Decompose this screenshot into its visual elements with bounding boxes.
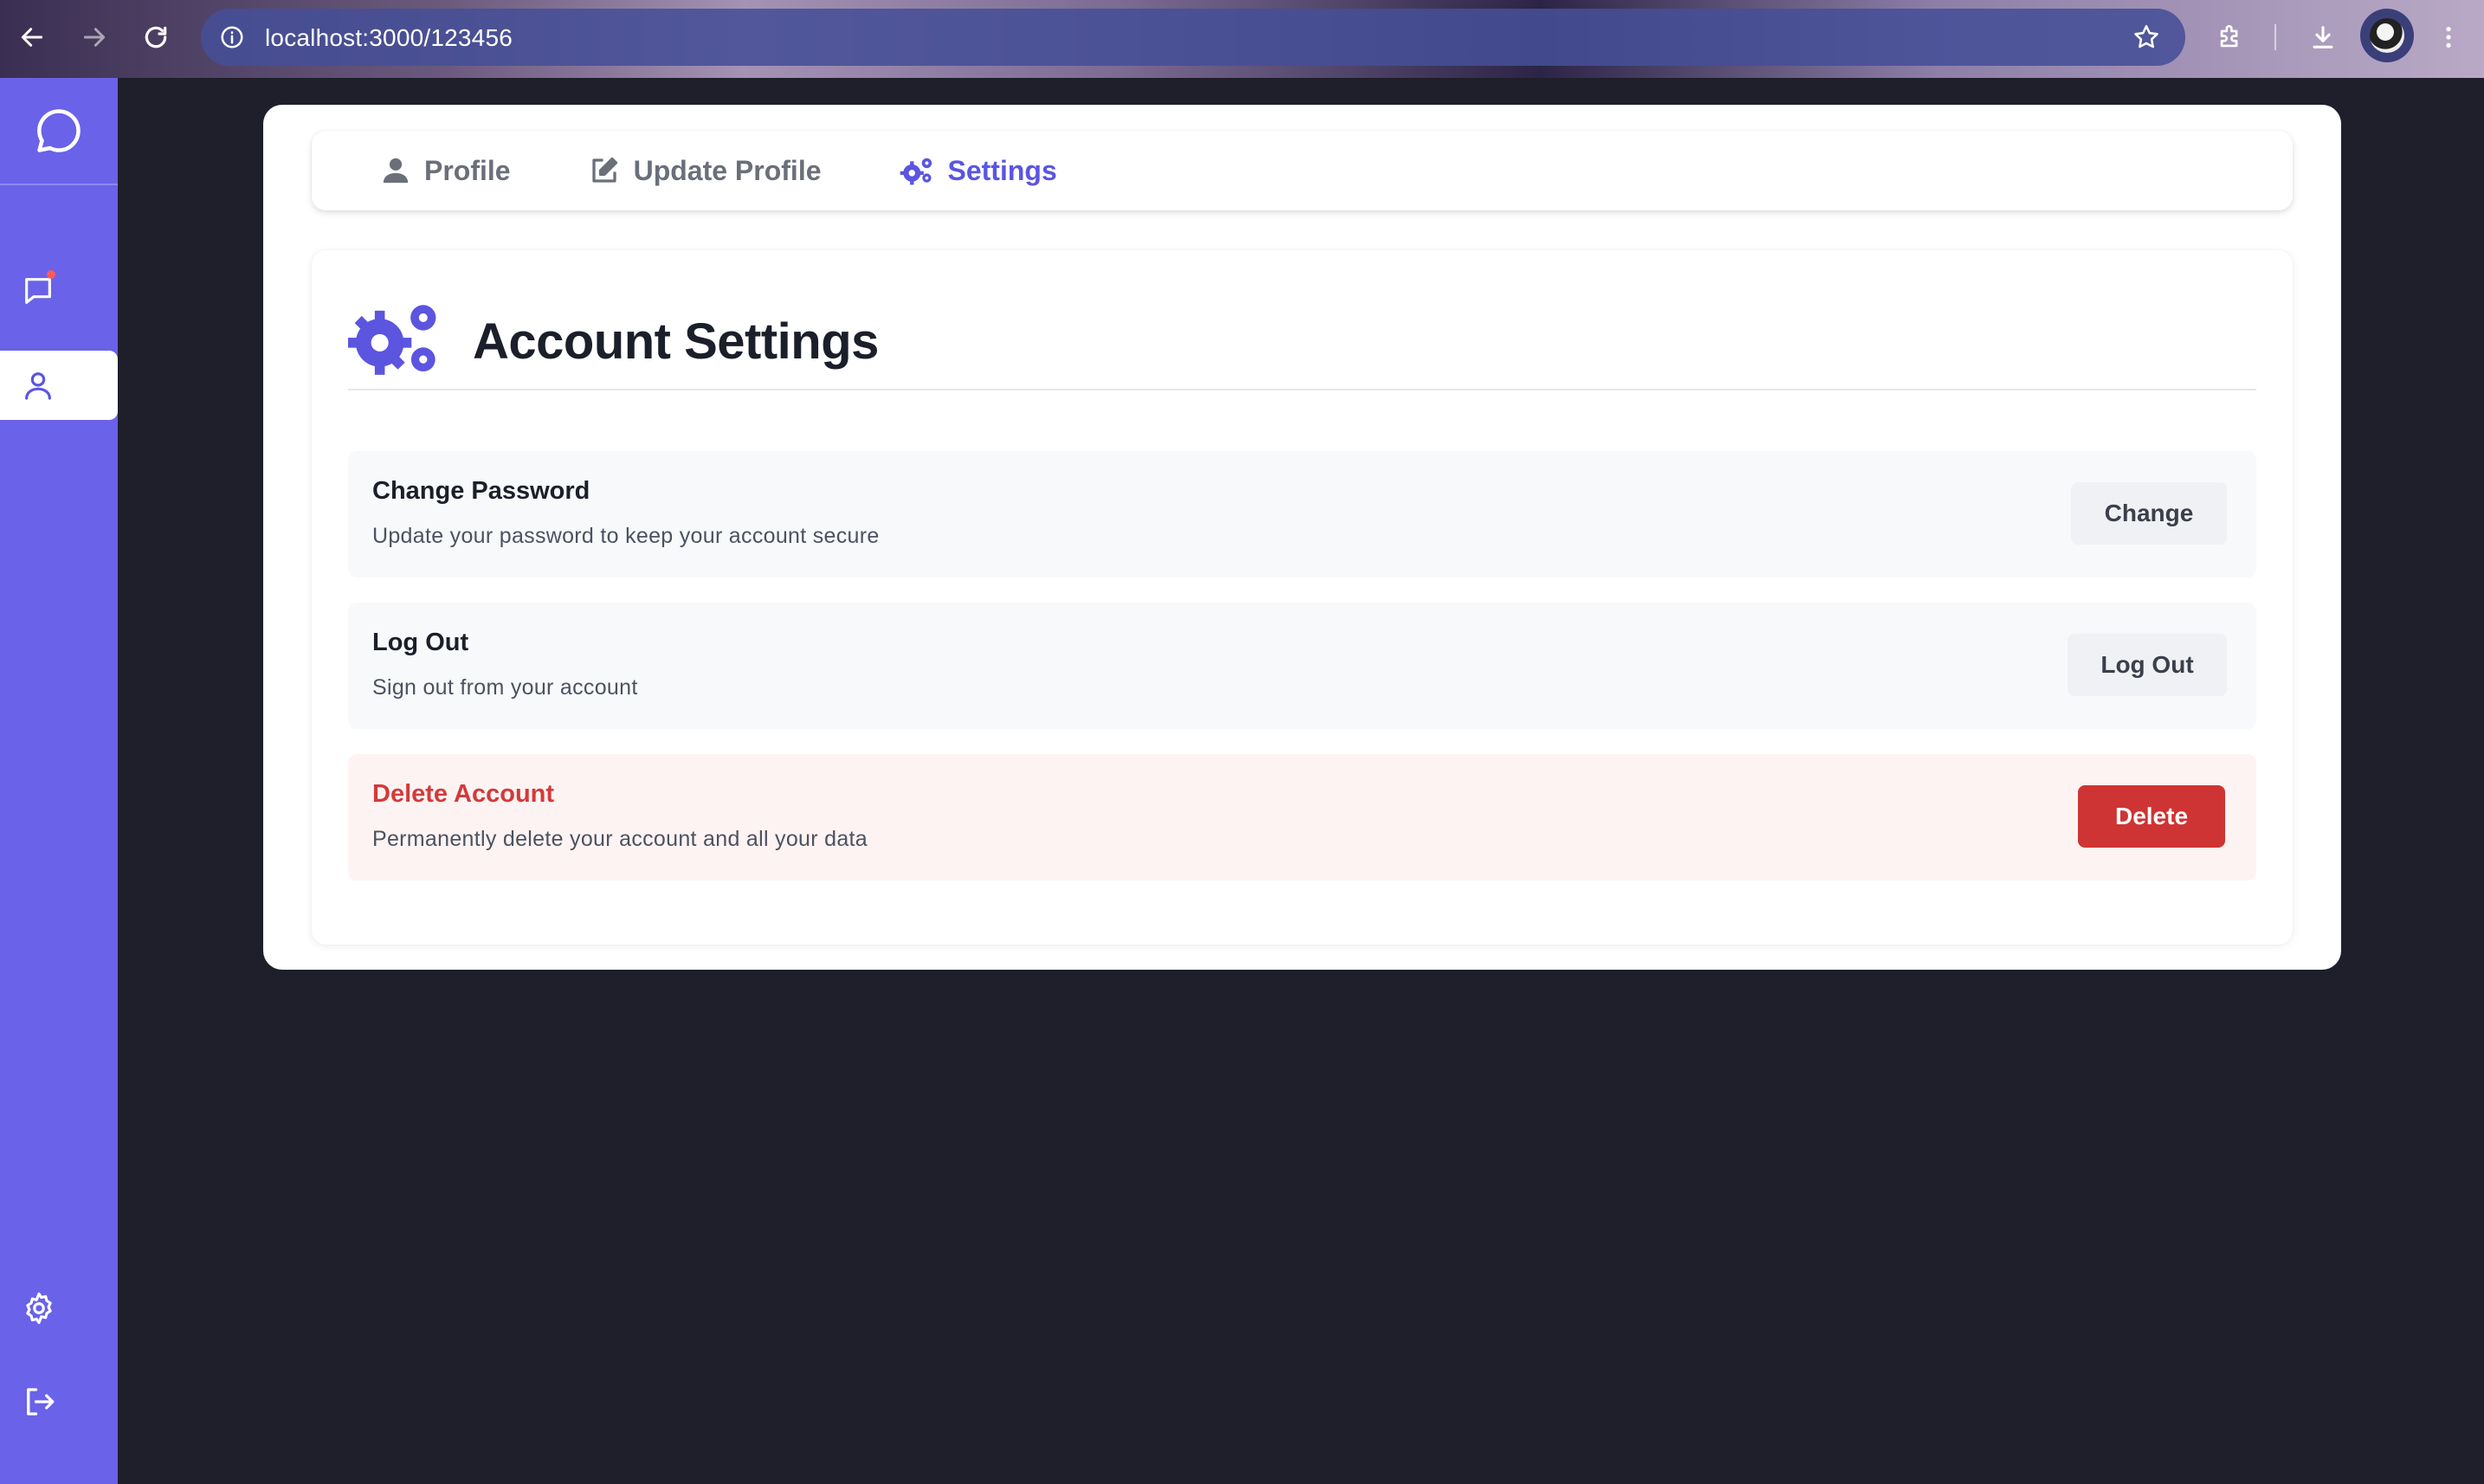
tab-label: Update Profile (633, 154, 822, 186)
download-icon (2313, 26, 2333, 48)
sidebar-item-logout[interactable] (0, 1367, 118, 1436)
tab-profile[interactable]: Profile (381, 155, 511, 187)
forward-button[interactable] (74, 17, 114, 57)
address-bar[interactable]: localhost:3000/123456 (201, 9, 2185, 66)
arrow-left-icon (21, 28, 43, 47)
sidebar-item-profile[interactable] (0, 351, 118, 420)
row-description: Update your password to keep your accoun… (372, 524, 880, 548)
avatar-image (2370, 18, 2404, 53)
profile-panel: Profile Update Profile Settings Account … (263, 105, 2341, 970)
tab-label: Profile (424, 154, 511, 186)
row-description: Permanently delete your account and all … (372, 827, 868, 851)
downloads-button[interactable] (2303, 17, 2343, 57)
url-text[interactable]: localhost:3000/123456 (265, 24, 513, 52)
arrow-right-icon (83, 28, 106, 47)
change-password-button[interactable]: Change (2071, 482, 2227, 545)
extensions-button[interactable] (2210, 17, 2250, 57)
puzzle-icon (2220, 24, 2238, 48)
gears-icon (900, 158, 932, 185)
change-password-row: Change Password Update your password to … (348, 451, 2256, 577)
back-button[interactable] (12, 17, 52, 57)
row-title: Log Out (372, 629, 469, 656)
kebab-menu-icon (2446, 27, 2451, 48)
tab-settings[interactable]: Settings (900, 155, 1057, 187)
reload-button[interactable] (136, 17, 176, 57)
toolbar-divider (2274, 24, 2276, 50)
row-description: Sign out from your account (372, 675, 638, 700)
log-out-button[interactable]: Log Out (2068, 634, 2227, 696)
log-out-row: Log Out Sign out from your account Log O… (348, 603, 2256, 729)
sidebar-item-settings[interactable] (0, 1274, 118, 1343)
row-title: Change Password (372, 477, 590, 505)
site-info-icon[interactable] (216, 22, 248, 53)
tab-update-profile[interactable]: Update Profile (589, 155, 822, 187)
user-icon (383, 158, 409, 184)
notification-dot (47, 270, 55, 279)
edit-icon (591, 157, 617, 183)
bookmark-star-icon[interactable] (2132, 23, 2163, 54)
logout-icon (27, 1388, 55, 1416)
settings-gears-icon (348, 305, 436, 375)
settings-header: Account Settings (348, 302, 2256, 390)
profile-avatar[interactable] (2360, 9, 2414, 62)
tab-label: Settings (947, 154, 1057, 186)
delete-account-button[interactable]: Delete (2078, 785, 2225, 848)
row-title: Delete Account (372, 780, 555, 808)
gear-icon (26, 1292, 52, 1325)
message-square-icon (25, 278, 51, 304)
app-logo[interactable] (0, 78, 118, 185)
user-icon (25, 372, 51, 400)
page-title: Account Settings (473, 313, 879, 370)
browser-menu-button[interactable] (2429, 17, 2468, 57)
account-settings-card: Account Settings Change Password Update … (312, 250, 2293, 945)
browser-toolbar: localhost:3000/123456 (0, 0, 2484, 78)
delete-account-row: Delete Account Permanently delete your a… (348, 754, 2256, 881)
profile-tabs: Profile Update Profile Settings (312, 131, 2293, 210)
sidebar-item-chats[interactable] (0, 256, 118, 326)
chat-bubble-logo-icon (37, 109, 81, 152)
app-sidebar (0, 78, 118, 1484)
reload-icon (145, 26, 167, 48)
